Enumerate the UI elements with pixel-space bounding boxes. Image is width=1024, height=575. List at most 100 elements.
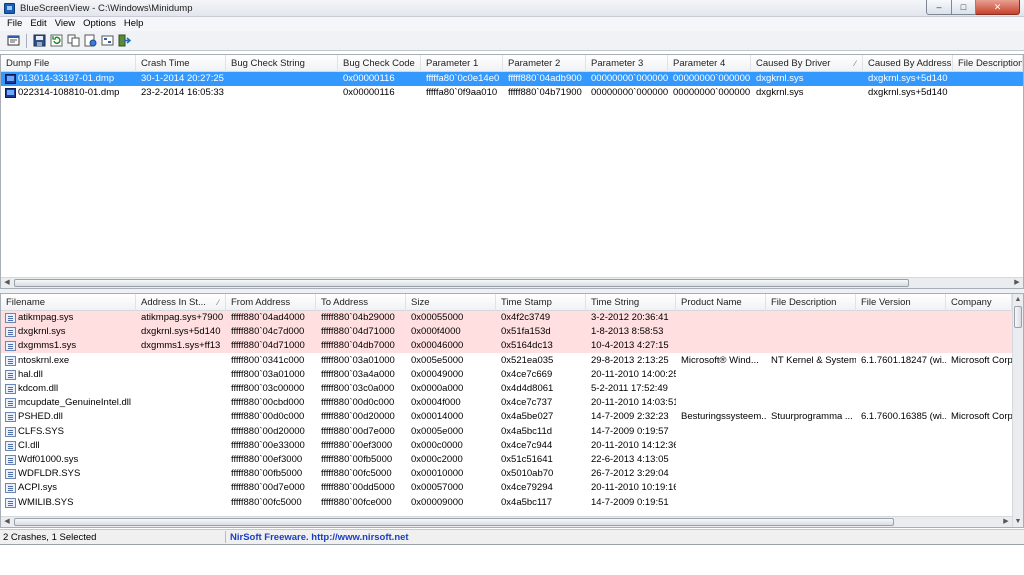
column-parameter-2[interactable]: Parameter 2 bbox=[503, 55, 586, 72]
minimize-button[interactable]: – bbox=[926, 0, 952, 15]
column-file-description[interactable]: File Description bbox=[953, 55, 1023, 72]
cell-text: 14-7-2009 0:19:57 bbox=[591, 425, 669, 437]
refresh-icon bbox=[50, 34, 63, 47]
driver-row[interactable]: CI.dll fffff880`00e33000 fffff880`00ef3000… bbox=[1, 439, 1012, 453]
advanced-options-button[interactable] bbox=[100, 33, 115, 48]
maximize-button[interactable]: □ bbox=[952, 0, 976, 15]
cell-text: fffff880`04c7d000 bbox=[231, 326, 305, 338]
driver-row[interactable]: hal.dll fffff800`03a01000 fffff800`03a4a00… bbox=[1, 368, 1012, 382]
cell-text: fffff800`03a01000 bbox=[321, 354, 395, 366]
exit-button[interactable] bbox=[117, 33, 132, 48]
column-parameter-1[interactable]: Parameter 1 bbox=[421, 55, 503, 72]
scroll-left-icon[interactable]: ◀ bbox=[1, 278, 13, 288]
driver-file-icon bbox=[5, 355, 16, 366]
column-parameter-3[interactable]: Parameter 3 bbox=[586, 55, 668, 72]
scroll-left-icon[interactable]: ◀ bbox=[1, 517, 13, 527]
cell-text: 00000000`000000... bbox=[591, 87, 668, 99]
driver-row[interactable]: kdcom.dll fffff800`03c00000 fffff800`03c0a… bbox=[1, 382, 1012, 396]
column-from-address[interactable]: From Address bbox=[226, 294, 316, 311]
driver-row[interactable]: PSHED.dll fffff880`00d0c000 fffff880`00d20… bbox=[1, 410, 1012, 424]
table-cell: CI.dll bbox=[1, 439, 136, 453]
driver-row[interactable]: atikmpag.sys atikmpag.sys+7900 fffff880`04… bbox=[1, 311, 1012, 325]
column-company[interactable]: Company bbox=[946, 294, 1012, 311]
scroll-down-icon[interactable]: ▼ bbox=[1013, 516, 1023, 527]
column-address-in-stack[interactable]: Address In St... ∕ bbox=[136, 294, 226, 311]
column-time-string[interactable]: Time String bbox=[586, 294, 676, 311]
title-bar[interactable]: BlueScreenView - C:\Windows\Minidump – □… bbox=[0, 0, 1024, 17]
driver-row[interactable]: mcupdate_GenuineIntel.dll fffff880`00cbd0… bbox=[1, 396, 1012, 410]
scroll-up-icon[interactable]: ▲ bbox=[1013, 294, 1023, 305]
column-to-address[interactable]: To Address bbox=[316, 294, 406, 311]
table-cell: Microsoft® Wind... bbox=[676, 354, 766, 368]
driver-row[interactable]: ntoskrnl.exe fffff800`0341c000 fffff800`03… bbox=[1, 354, 1012, 368]
driver-row[interactable]: dxgkrnl.sys dxgkrnl.sys+5d140 fffff880`04c… bbox=[1, 325, 1012, 340]
table-cell bbox=[136, 396, 226, 410]
status-divider bbox=[225, 531, 226, 543]
cell-text: 0x0004f000 bbox=[411, 397, 461, 409]
column-parameter-4[interactable]: Parameter 4 bbox=[668, 55, 751, 72]
menu-options[interactable]: Options bbox=[79, 17, 120, 31]
table-cell: 0x000c2000 bbox=[406, 453, 496, 467]
cell-text: 0x005e5000 bbox=[411, 354, 464, 366]
column-time-stamp[interactable]: Time Stamp bbox=[496, 294, 586, 311]
table-cell: 0x000c0000 bbox=[406, 439, 496, 453]
horizontal-scrollbar[interactable]: ◀ ▶ bbox=[1, 516, 1012, 527]
horizontal-scrollbar[interactable]: ◀ ▶ bbox=[1, 277, 1023, 288]
driver-file-icon bbox=[5, 327, 16, 338]
close-button[interactable]: ✕ bbox=[976, 0, 1020, 15]
crash-list[interactable]: Dump File Crash Time Bug Check String Bu… bbox=[0, 54, 1024, 289]
menu-view[interactable]: View bbox=[51, 17, 79, 31]
column-bug-check-string[interactable]: Bug Check String bbox=[226, 55, 338, 72]
scroll-thumb[interactable] bbox=[1014, 306, 1022, 328]
scroll-right-icon[interactable]: ▶ bbox=[1000, 517, 1012, 527]
column-size[interactable]: Size bbox=[406, 294, 496, 311]
cell-text: fffff880`04d71000 bbox=[321, 326, 395, 338]
cell-text: ACPI.sys bbox=[18, 482, 58, 494]
cell-text: 0x0000a000 bbox=[411, 383, 464, 394]
cell-text: 20-11-2010 14:12:36 bbox=[591, 439, 676, 451]
menu-edit[interactable]: Edit bbox=[26, 17, 50, 31]
save-button[interactable] bbox=[32, 33, 47, 48]
table-cell bbox=[953, 72, 1023, 86]
html-report-button[interactable] bbox=[83, 33, 98, 48]
cell-text: fffff800`0341c000 bbox=[231, 354, 305, 366]
crash-row[interactable]: 013014-33197-01.dmp 30-1-2014 20:27:25 0x0… bbox=[1, 72, 1023, 86]
driver-row[interactable]: ACPI.sys fffff880`00d7e000 fffff880`00dd50… bbox=[1, 481, 1012, 495]
driver-list[interactable]: Filename Address In St... ∕ From Address … bbox=[0, 293, 1024, 528]
cell-text: 6.1.7600.16385 (wi... bbox=[861, 411, 946, 423]
menu-help[interactable]: Help bbox=[120, 17, 148, 31]
table-cell: 14-7-2009 0:19:57 bbox=[586, 425, 676, 439]
column-product-name[interactable]: Product Name bbox=[676, 294, 766, 311]
table-cell: ntoskrnl.exe bbox=[1, 354, 136, 368]
scroll-thumb[interactable] bbox=[14, 518, 894, 526]
table-cell bbox=[676, 396, 766, 410]
refresh-button[interactable] bbox=[49, 33, 64, 48]
table-cell bbox=[946, 368, 1012, 382]
column-file-description[interactable]: File Description bbox=[766, 294, 856, 311]
vertical-scrollbar[interactable]: ▲ ▼ bbox=[1012, 294, 1023, 527]
driver-row[interactable]: WMILIB.SYS fffff880`00fc5000 fffff880`00fc… bbox=[1, 496, 1012, 510]
column-caused-by-address[interactable]: Caused By Address bbox=[863, 55, 953, 72]
driver-row[interactable]: WDFLDR.SYS fffff880`00fb5000 fffff880`00fc… bbox=[1, 467, 1012, 481]
driver-file-icon bbox=[5, 313, 16, 323]
driver-row[interactable]: CLFS.SYS fffff880`00d20000 fffff880`00d7e0… bbox=[1, 425, 1012, 439]
copy-button[interactable] bbox=[66, 33, 81, 48]
column-filename[interactable]: Filename bbox=[1, 294, 136, 311]
driver-row[interactable]: dxgmms1.sys dxgmms1.sys+ff13 fffff880`04d7… bbox=[1, 339, 1012, 354]
table-cell: 0x4d4d8061 bbox=[496, 382, 586, 396]
scroll-right-icon[interactable]: ▶ bbox=[1011, 278, 1023, 288]
column-file-version[interactable]: File Version bbox=[856, 294, 946, 311]
nirsoft-link[interactable]: NirSoft Freeware. http://www.nirsoft.net bbox=[230, 532, 409, 543]
column-bug-check-code[interactable]: Bug Check Code bbox=[338, 55, 421, 72]
table-cell: fffff880`04d71000 bbox=[316, 325, 406, 339]
table-cell bbox=[856, 339, 946, 353]
driver-row[interactable]: Wdf01000.sys fffff880`00ef3000 fffff880`00… bbox=[1, 453, 1012, 467]
scroll-thumb[interactable] bbox=[14, 279, 909, 287]
column-caused-by-driver[interactable]: Caused By Driver ∕ bbox=[751, 55, 863, 72]
crash-row[interactable]: 022314-108810-01.dmp 23-2-2014 16:05:33 0x… bbox=[1, 86, 1023, 100]
column-dump-file[interactable]: Dump File bbox=[1, 55, 136, 72]
menu-bar: File Edit View Options Help bbox=[0, 17, 1024, 31]
column-crash-time[interactable]: Crash Time bbox=[136, 55, 226, 72]
menu-file[interactable]: File bbox=[3, 17, 26, 31]
properties-button[interactable] bbox=[6, 33, 21, 48]
